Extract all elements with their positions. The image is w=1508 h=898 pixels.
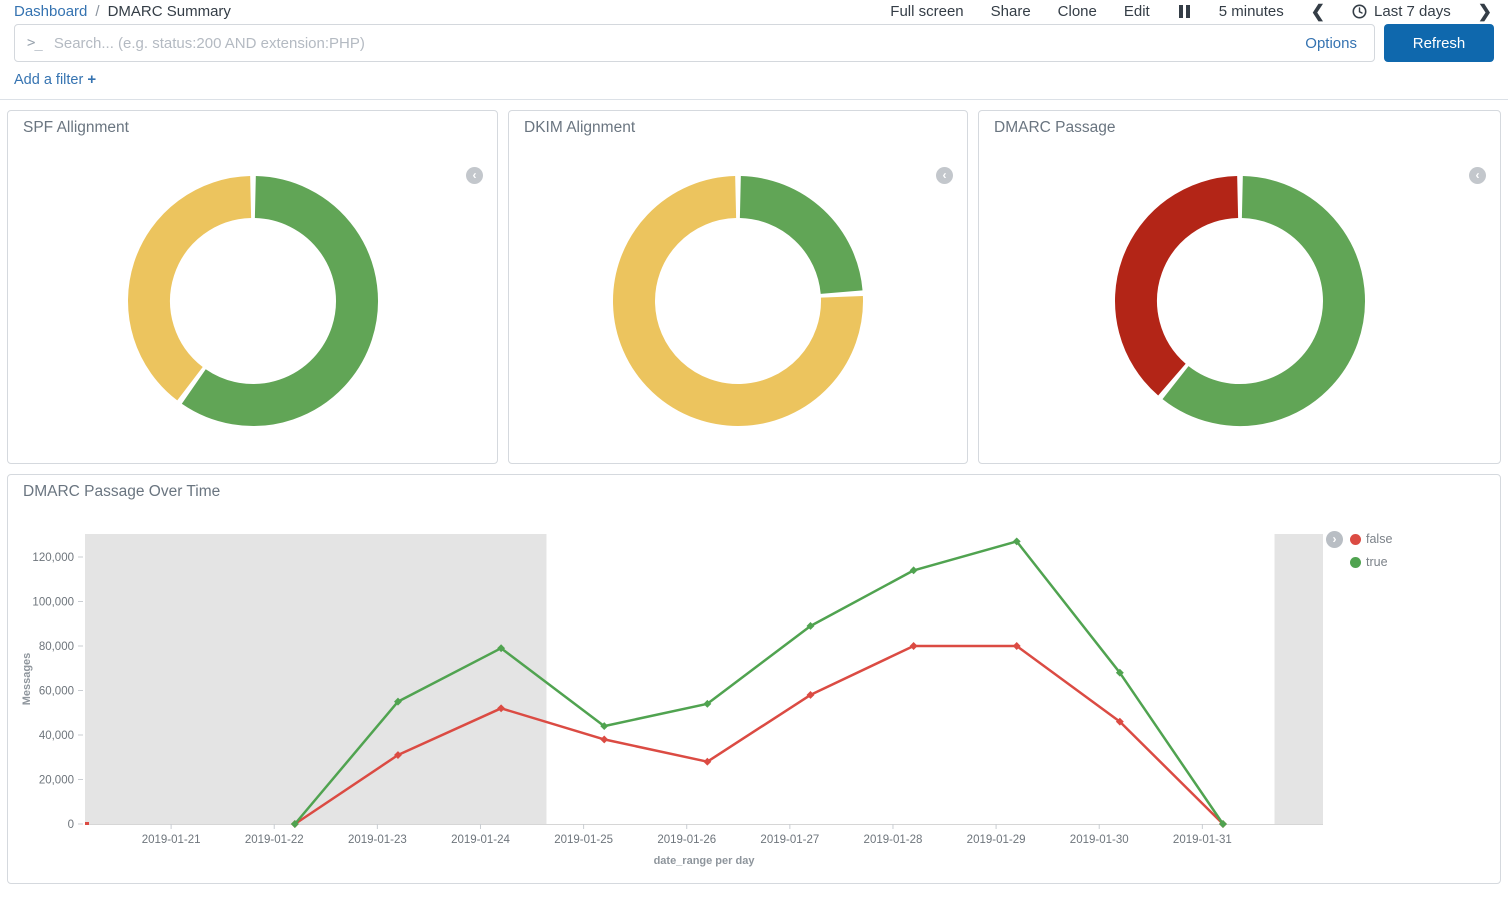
search-input[interactable]	[52, 34, 1288, 53]
options-link[interactable]: Options	[1288, 35, 1374, 52]
pie-segment-0[interactable]	[740, 197, 841, 292]
x-tick-label: 2019-01-21	[142, 834, 201, 846]
breadcrumb: Dashboard / DMARC Summary	[14, 3, 231, 20]
panel-spf-allignment: SPF Allignment ‹	[7, 110, 498, 464]
pie-segment-0[interactable]	[1175, 197, 1343, 405]
legend-collapse-icon[interactable]: ‹	[466, 167, 483, 184]
panel-dmarc-passage-over-time: 0 20,000 40,000 60,000 80,000 100,000 120,000 2…	[7, 474, 1501, 884]
x-axis-title: date_range per day	[654, 855, 756, 867]
donut-svg	[1108, 169, 1372, 433]
clock-icon	[1352, 4, 1367, 19]
spf-donut-chart[interactable]	[121, 169, 385, 438]
console-prompt-icon: >_	[27, 35, 42, 51]
panel-title: DMARC Passage Over Time	[8, 475, 220, 501]
panel-title: DMARC Passage	[979, 111, 1500, 137]
legend-dot	[1350, 557, 1361, 568]
pause-icon[interactable]	[1177, 3, 1192, 20]
panel-dmarc-passage: DMARC Passage ‹	[978, 110, 1501, 464]
shaded-band	[85, 534, 547, 824]
time-forward-chevron-icon[interactable]: ❯	[1478, 3, 1492, 20]
plus-icon: +	[87, 71, 96, 88]
dkim-donut-chart[interactable]	[606, 169, 870, 438]
y-tick-label: 0	[68, 819, 74, 831]
query-bar: >_ Options Refresh	[0, 24, 1508, 62]
x-tick-label: 2019-01-27	[760, 834, 819, 846]
legend-item-true[interactable]: true	[1350, 555, 1392, 569]
share-button[interactable]: Share	[991, 3, 1031, 20]
fullscreen-button[interactable]: Full screen	[890, 3, 963, 20]
x-tick-label: 2019-01-22	[245, 834, 304, 846]
time-range-picker[interactable]: Last 7 days	[1352, 3, 1451, 20]
refresh-interval-label[interactable]: 5 minutes	[1219, 3, 1284, 20]
legend-item-false[interactable]: false	[1350, 532, 1392, 546]
breadcrumb-dashboard-link[interactable]: Dashboard	[14, 3, 87, 20]
legend-collapse-icon[interactable]: ‹	[1469, 167, 1486, 184]
dmarc-donut-chart[interactable]	[1108, 169, 1372, 438]
breadcrumb-separator: /	[95, 3, 99, 20]
dashboard-grid: SPF Allignment ‹ DKIM Alignment ‹ DMARC …	[0, 100, 1508, 884]
panel-title: DKIM Alignment	[509, 111, 967, 137]
panel-dkim-alignment: DKIM Alignment ‹	[508, 110, 968, 464]
series-edge-tick	[85, 822, 89, 825]
y-tick-label: 20,000	[39, 775, 74, 787]
x-tick-label: 2019-01-25	[554, 834, 613, 846]
x-tick-label: 2019-01-30	[1070, 834, 1129, 846]
clone-button[interactable]: Clone	[1058, 3, 1097, 20]
legend-collapse-icon[interactable]: ‹	[936, 167, 953, 184]
pie-segment-1[interactable]	[149, 197, 251, 384]
y-axis-title: Messages	[21, 653, 33, 706]
series-marker	[910, 642, 918, 650]
y-tick-label: 40,000	[39, 730, 74, 742]
pie-segment-0[interactable]	[193, 197, 356, 405]
y-tick-label: 60,000	[39, 686, 74, 698]
filter-bar: Add a filter +	[0, 62, 1508, 100]
donut-svg	[606, 169, 870, 433]
legend-label: true	[1366, 555, 1388, 569]
x-tick-label: 2019-01-23	[348, 834, 407, 846]
x-tick-label: 2019-01-28	[864, 834, 923, 846]
x-tick-label: 2019-01-24	[451, 834, 510, 846]
legend-dot	[1350, 534, 1361, 545]
x-tick-label: 2019-01-29	[967, 834, 1026, 846]
top-panel-row: SPF Allignment ‹ DKIM Alignment ‹ DMARC …	[7, 110, 1501, 464]
shaded-band	[1275, 534, 1324, 824]
legend-label: false	[1366, 532, 1392, 546]
time-back-chevron-icon[interactable]: ❮	[1311, 3, 1325, 20]
donut-svg	[121, 169, 385, 433]
y-tick-label: 120,000	[32, 552, 74, 564]
time-range-label: Last 7 days	[1374, 3, 1451, 20]
add-filter-label: Add a filter	[14, 72, 83, 88]
y-tick-label: 80,000	[39, 641, 74, 653]
legend-toggle-icon[interactable]: ›	[1326, 531, 1343, 548]
chart-legend: › false true	[1326, 531, 1392, 569]
top-nav: Full screen Share Clone Edit 5 minutes ❮…	[890, 3, 1492, 20]
legend-items: false true	[1350, 531, 1392, 569]
refresh-button[interactable]: Refresh	[1384, 24, 1494, 62]
line-chart: 0 20,000 40,000 60,000 80,000 100,000 120,000 2…	[8, 475, 1500, 888]
add-filter-link[interactable]: Add a filter +	[14, 72, 96, 88]
y-tick-label: 100,000	[32, 597, 74, 609]
series-marker	[600, 735, 608, 743]
search-box: >_ Options	[14, 24, 1375, 62]
x-tick-label: 2019-01-31	[1173, 834, 1232, 846]
page-title: DMARC Summary	[108, 3, 231, 20]
pie-segment-1[interactable]	[1136, 197, 1238, 380]
line-chart-svg: 0 20,000 40,000 60,000 80,000 100,000 120,000 2…	[8, 475, 1500, 883]
x-tick-label: 2019-01-26	[657, 834, 716, 846]
panel-title: SPF Allignment	[8, 111, 497, 137]
top-bar: Dashboard / DMARC Summary Full screen Sh…	[0, 0, 1508, 21]
edit-button[interactable]: Edit	[1124, 3, 1150, 20]
